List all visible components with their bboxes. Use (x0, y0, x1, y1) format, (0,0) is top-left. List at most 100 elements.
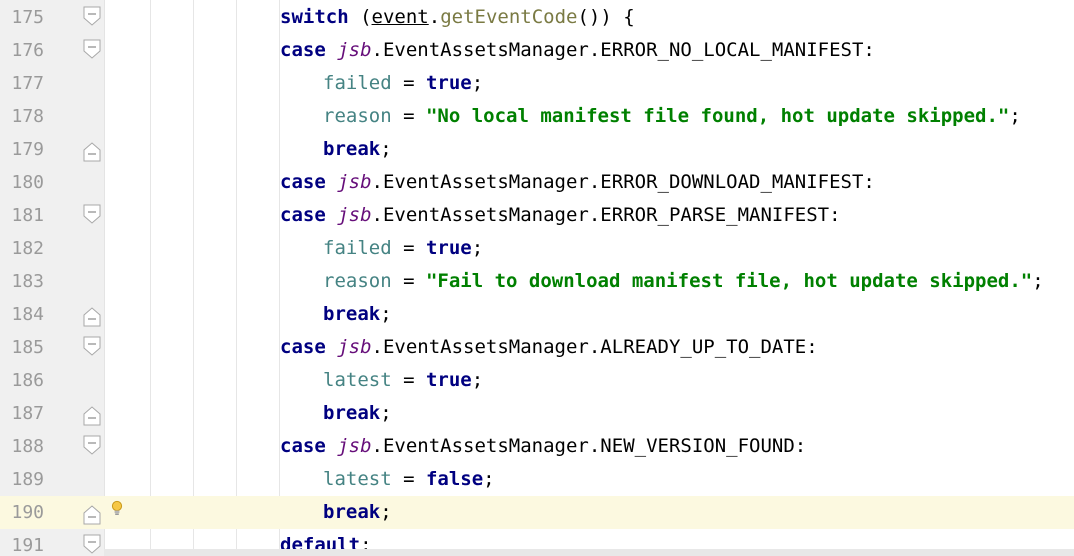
code-text[interactable]: break; (323, 133, 392, 166)
code-text[interactable]: case jsb.EventAssetsManager.ERROR_NO_LOC… (280, 34, 875, 67)
string-token: "No local manifest file found, hot updat… (425, 105, 1010, 127)
code-line[interactable]: 181 case jsb.EventAssetsManager.ERROR_PAR… (0, 199, 1074, 232)
line-number[interactable]: 185 (0, 331, 44, 364)
code-token: ; (380, 303, 392, 325)
code-line[interactable]: 188 case jsb.EventAssetsManager.NEW_VERSI… (0, 430, 1074, 463)
code-text[interactable]: case jsb.EventAssetsManager.NEW_VERSION_… (280, 430, 806, 463)
code-line[interactable]: 178 reason = "No local manifest file foun… (0, 100, 1074, 133)
code-text[interactable]: reason = "Fail to download manifest file… (323, 265, 1044, 298)
fold-open-icon[interactable] (83, 204, 101, 224)
code-line[interactable]: 176 case jsb.EventAssetsManager.ERROR_NO_… (0, 34, 1074, 67)
variable-token: latest (323, 468, 392, 490)
code-token: .EventAssetsManager.ERROR_DOWNLOAD_MANIF… (371, 171, 875, 193)
code-token: ; (380, 138, 392, 160)
identifier-token: event (371, 6, 429, 28)
fold-open-icon[interactable] (83, 39, 101, 59)
code-token: = (391, 369, 426, 391)
code-token: ; (1009, 105, 1021, 127)
keyword-token: true (425, 369, 472, 391)
line-number[interactable]: 176 (0, 34, 44, 67)
keyword-token: break (323, 501, 381, 523)
code-token: ; (471, 237, 484, 259)
keyword-token: true (425, 72, 472, 94)
code-token: = (391, 270, 426, 292)
code-text[interactable]: case jsb.EventAssetsManager.ERROR_PARSE_… (280, 199, 841, 232)
line-number[interactable]: 186 (0, 364, 44, 397)
line-number[interactable]: 175 (0, 1, 44, 34)
variable-token: latest (323, 369, 392, 391)
code-text[interactable]: reason = "No local manifest file found, … (323, 100, 1021, 133)
line-number[interactable]: 177 (0, 67, 44, 100)
code-token: .EventAssetsManager.ALREADY_UP_TO_DATE: (371, 336, 818, 358)
code-text[interactable]: case jsb.EventAssetsManager.ALREADY_UP_T… (280, 331, 818, 364)
code-line[interactable]: 184 break; (0, 298, 1074, 331)
fold-close-icon[interactable] (83, 406, 101, 426)
keyword-token: case (280, 204, 338, 226)
code-line[interactable]: 175 switch (event.getEventCode()) { (0, 1, 1074, 34)
code-text[interactable]: failed = true; (323, 67, 483, 100)
fold-close-icon[interactable] (83, 142, 101, 162)
code-token: = (391, 468, 426, 490)
line-number[interactable]: 182 (0, 232, 44, 265)
code-token: ; (380, 402, 392, 424)
code-token: ; (471, 72, 484, 94)
code-text[interactable]: failed = true; (323, 232, 483, 265)
code-editor[interactable]: 175 switch (event.getEventCode()) {176 cas… (0, 0, 1074, 556)
namespace-token: jsb (337, 204, 372, 226)
line-number[interactable]: 183 (0, 265, 44, 298)
fold-open-icon[interactable] (83, 336, 101, 356)
keyword-token: break (323, 138, 381, 160)
keyword-token: true (425, 237, 472, 259)
fold-open-icon[interactable] (83, 6, 101, 26)
line-number[interactable]: 188 (0, 430, 44, 463)
fold-close-icon[interactable] (83, 505, 101, 525)
code-line[interactable]: 190 break; (0, 496, 1074, 529)
line-number[interactable]: 190 (0, 496, 44, 529)
line-number[interactable]: 184 (0, 298, 44, 331)
code-token: ; (380, 501, 392, 523)
code-text[interactable]: case jsb.EventAssetsManager.ERROR_DOWNLO… (280, 166, 875, 199)
variable-token: reason (323, 270, 392, 292)
keyword-token: break (323, 402, 381, 424)
method-token: getEventCode (440, 6, 578, 28)
line-number[interactable]: 181 (0, 199, 44, 232)
code-text[interactable]: latest = true; (323, 364, 483, 397)
code-token: = (391, 237, 426, 259)
lightbulb-icon[interactable] (110, 500, 124, 518)
code-line[interactable]: 182 failed = true; (0, 232, 1074, 265)
code-text[interactable]: switch (event.getEventCode()) { (280, 1, 635, 34)
code-line[interactable]: 177 failed = true; (0, 67, 1074, 100)
line-number[interactable]: 180 (0, 166, 44, 199)
code-line[interactable]: 186 latest = true; (0, 364, 1074, 397)
horizontal-scrollbar[interactable] (104, 549, 1074, 556)
namespace-token: jsb (337, 171, 372, 193)
code-line[interactable]: 185 case jsb.EventAssetsManager.ALREADY_U… (0, 331, 1074, 364)
line-number[interactable]: 189 (0, 463, 44, 496)
line-number[interactable]: 187 (0, 397, 44, 430)
code-token: .EventAssetsManager.ERROR_PARSE_MANIFEST… (371, 204, 841, 226)
variable-token: reason (323, 105, 392, 127)
code-token: ( (348, 6, 372, 28)
code-text[interactable]: latest = false; (323, 463, 495, 496)
code-line[interactable]: 187 break; (0, 397, 1074, 430)
line-number[interactable]: 191 (0, 529, 44, 556)
code-text[interactable]: break; (323, 298, 392, 331)
code-token: .EventAssetsManager.NEW_VERSION_FOUND: (371, 435, 807, 457)
code-text[interactable]: break; (323, 397, 392, 430)
fold-close-icon[interactable] (83, 307, 101, 327)
line-number[interactable]: 179 (0, 133, 44, 166)
code-line[interactable]: 180 case jsb.EventAssetsManager.ERROR_DOW… (0, 166, 1074, 199)
code-line[interactable]: 179 break; (0, 133, 1074, 166)
code-line[interactable]: 189 latest = false; (0, 463, 1074, 496)
code-token: ()) { (577, 6, 635, 28)
keyword-token: false (425, 468, 484, 490)
fold-open-icon[interactable] (83, 435, 101, 455)
keyword-token: break (323, 303, 381, 325)
code-line[interactable]: 183 reason = "Fail to download manifest f… (0, 265, 1074, 298)
code-token: = (391, 105, 426, 127)
fold-open-icon[interactable] (83, 534, 101, 554)
keyword-token: case (280, 171, 338, 193)
line-number[interactable]: 178 (0, 100, 44, 133)
code-text[interactable]: break; (323, 496, 392, 529)
string-token: "Fail to download manifest file, hot upd… (425, 270, 1033, 292)
